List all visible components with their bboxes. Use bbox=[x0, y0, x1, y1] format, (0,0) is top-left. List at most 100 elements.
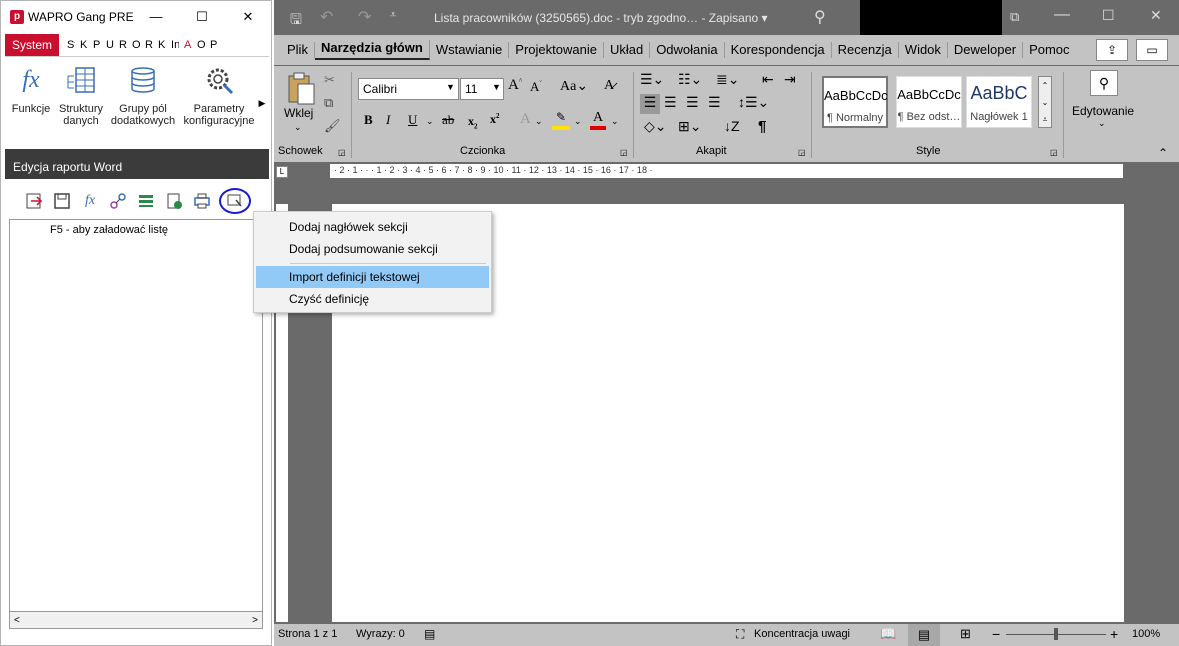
ribbon-scroll-right-icon[interactable]: ▶ bbox=[257, 59, 267, 147]
horizontal-scrollbar[interactable]: < > bbox=[9, 611, 263, 629]
minimize-button[interactable]: — bbox=[1054, 6, 1070, 24]
underline-dropdown-icon[interactable]: ⌄ bbox=[426, 116, 434, 127]
tab-insert[interactable]: Wstawianie bbox=[430, 42, 510, 58]
zoom-in-icon[interactable]: + bbox=[1110, 626, 1118, 642]
editing-dropdown-icon[interactable]: ⌄ bbox=[1098, 118, 1106, 129]
tab-ul[interactable]: Ul bbox=[106, 39, 114, 51]
sort-icon[interactable]: ↓Z bbox=[724, 118, 740, 134]
zoom-level[interactable]: 100% bbox=[1132, 628, 1160, 640]
shrink-font-icon[interactable]: Aˇ bbox=[530, 79, 542, 95]
maximize-button[interactable]: ☐ bbox=[179, 1, 225, 32]
document-check-icon[interactable] bbox=[163, 190, 185, 212]
highlight-icon[interactable]: ✎ bbox=[552, 110, 570, 130]
tab-review[interactable]: Recenzja bbox=[832, 42, 899, 58]
editing-label[interactable]: Edytowanie bbox=[1072, 104, 1134, 118]
import-menu-button[interactable] bbox=[219, 188, 251, 214]
tree-view[interactable]: F5 - aby załadować listę bbox=[9, 219, 263, 629]
justify-icon[interactable]: ☰ bbox=[708, 94, 721, 111]
paste-icon[interactable] bbox=[286, 72, 316, 108]
tab-k2[interactable]: K: bbox=[158, 39, 166, 51]
close-button[interactable]: ✕ bbox=[225, 1, 271, 32]
tab-r2[interactable]: R: bbox=[145, 39, 153, 51]
zoom-out-icon[interactable]: − bbox=[992, 626, 1000, 642]
tab-a[interactable]: A bbox=[184, 39, 192, 51]
font-name-box[interactable]: Calibri bbox=[358, 78, 459, 100]
tab-home[interactable]: Narzędzia główn bbox=[314, 40, 430, 60]
menu-item-add-section-header[interactable]: Dodaj nagłówek sekcji bbox=[256, 216, 489, 238]
bold-icon[interactable]: B bbox=[364, 112, 373, 128]
functions-button[interactable]: fx Funkcje bbox=[5, 59, 57, 147]
superscript-icon[interactable]: x2 bbox=[490, 112, 500, 127]
tab-design[interactable]: Projektowanie bbox=[509, 42, 604, 58]
paste-label[interactable]: Wklej bbox=[284, 106, 313, 120]
increase-indent-icon[interactable]: ⇥ bbox=[784, 71, 796, 88]
ribbon-display-options-icon[interactable]: ⧉ bbox=[1010, 9, 1019, 25]
change-case-icon[interactable]: Aa⌄ bbox=[560, 78, 588, 95]
read-mode-icon[interactable]: 📖 bbox=[880, 626, 896, 642]
zoom-slider-thumb[interactable] bbox=[1054, 628, 1058, 640]
search-icon[interactable]: ⚲ bbox=[814, 7, 826, 27]
font-size-dropdown-icon[interactable]: ▼ bbox=[492, 82, 501, 92]
menu-item-clear-definition[interactable]: Czyść definicję bbox=[256, 288, 489, 310]
styles-scroll-icon[interactable]: ⌃ ⌄ ⩡ bbox=[1038, 76, 1052, 128]
tab-st[interactable]: St bbox=[67, 39, 75, 51]
search-icon[interactable]: ⚲ bbox=[1090, 70, 1118, 96]
fx-icon[interactable]: fx bbox=[79, 190, 101, 212]
style-no-spacing[interactable]: AaBbCcDc ¶ Bez odst… bbox=[896, 76, 962, 128]
paste-dropdown-icon[interactable]: ⌄ bbox=[294, 122, 302, 133]
maximize-button[interactable]: ☐ bbox=[1102, 7, 1115, 24]
page-count[interactable]: Strona 1 z 1 bbox=[278, 628, 337, 640]
tab-help[interactable]: Pomoc bbox=[1023, 42, 1075, 58]
show-formatting-icon[interactable]: ¶ bbox=[758, 118, 766, 135]
tab-mailings[interactable]: Korespondencja bbox=[725, 42, 832, 58]
collapse-ribbon-icon[interactable]: ⌃ bbox=[1158, 146, 1168, 160]
decrease-indent-icon[interactable]: ⇤ bbox=[762, 71, 774, 88]
extra-fields-groups-button[interactable]: Grupy pól dodatkowych bbox=[105, 59, 181, 147]
tab-k1[interactable]: K: bbox=[80, 39, 88, 51]
tab-pl[interactable]: Pl bbox=[93, 39, 101, 51]
subscript-icon[interactable]: x2 bbox=[468, 114, 478, 130]
close-button[interactable]: ✕ bbox=[1150, 7, 1162, 24]
multilevel-list-icon[interactable]: ≣⌄ bbox=[716, 71, 739, 88]
tab-o1[interactable]: O bbox=[132, 39, 140, 51]
tab-r1[interactable]: R: bbox=[119, 39, 127, 51]
print-layout-icon[interactable]: ▤ bbox=[908, 624, 940, 646]
copy-icon[interactable]: ⧉ bbox=[324, 95, 333, 111]
highlight-dropdown-icon[interactable]: ⌄ bbox=[574, 116, 582, 127]
numbering-icon[interactable]: ☷⌄ bbox=[678, 71, 702, 88]
style-heading-1[interactable]: AaBbC Nagłówek 1 bbox=[966, 76, 1032, 128]
clear-formatting-icon[interactable]: A̷ bbox=[604, 78, 614, 94]
branch-icon[interactable] bbox=[107, 190, 129, 212]
strikethrough-icon[interactable]: ab bbox=[442, 112, 454, 128]
list-icon[interactable] bbox=[135, 190, 157, 212]
macro-recording-icon[interactable]: ▤ bbox=[424, 627, 435, 641]
menu-item-import-text-definition[interactable]: Import definicji tekstowej bbox=[256, 266, 489, 288]
paragraph-launcher-icon[interactable]: ◲ bbox=[798, 148, 806, 157]
bullets-icon[interactable]: ☰⌄ bbox=[640, 71, 664, 88]
data-structures-button[interactable]: Struktury danych bbox=[57, 59, 105, 147]
text-effects-icon[interactable]: A bbox=[520, 111, 531, 128]
menu-item-add-section-summary[interactable]: Dodaj podsumowanie sekcji bbox=[256, 238, 489, 260]
comments-icon[interactable]: ▭ bbox=[1136, 39, 1168, 61]
scroll-right-icon[interactable]: > bbox=[252, 615, 258, 626]
tab-p[interactable]: P: bbox=[210, 39, 218, 51]
cut-icon[interactable]: ✂ bbox=[324, 72, 335, 88]
italic-icon[interactable]: I bbox=[386, 112, 390, 128]
font-color-dropdown-icon[interactable]: ⌄ bbox=[611, 116, 619, 127]
scroll-left-icon[interactable]: < bbox=[14, 615, 20, 626]
share-icon[interactable]: ⇪ bbox=[1096, 39, 1128, 61]
tab-in[interactable]: In bbox=[171, 39, 179, 51]
focus-icon[interactable]: ⛶ bbox=[736, 627, 744, 642]
underline-icon[interactable]: U bbox=[408, 112, 417, 128]
tab-layout[interactable]: Układ bbox=[604, 42, 651, 58]
borders-icon[interactable]: ⊞⌄ bbox=[678, 118, 701, 135]
font-name-dropdown-icon[interactable]: ▼ bbox=[446, 82, 455, 92]
font-color-icon[interactable]: A bbox=[590, 110, 606, 130]
styles-launcher-icon[interactable]: ◲ bbox=[1050, 148, 1058, 157]
redo-icon[interactable]: ↷ bbox=[358, 7, 371, 27]
tab-developer[interactable]: Deweloper bbox=[948, 42, 1024, 58]
tab-selector-icon[interactable]: L bbox=[276, 166, 288, 178]
style-normal[interactable]: AaBbCcDc ¶ Normalny bbox=[822, 76, 888, 128]
config-params-button[interactable]: Parametry konfiguracyjne bbox=[181, 59, 257, 147]
clipboard-launcher-icon[interactable]: ◲ bbox=[338, 148, 346, 157]
